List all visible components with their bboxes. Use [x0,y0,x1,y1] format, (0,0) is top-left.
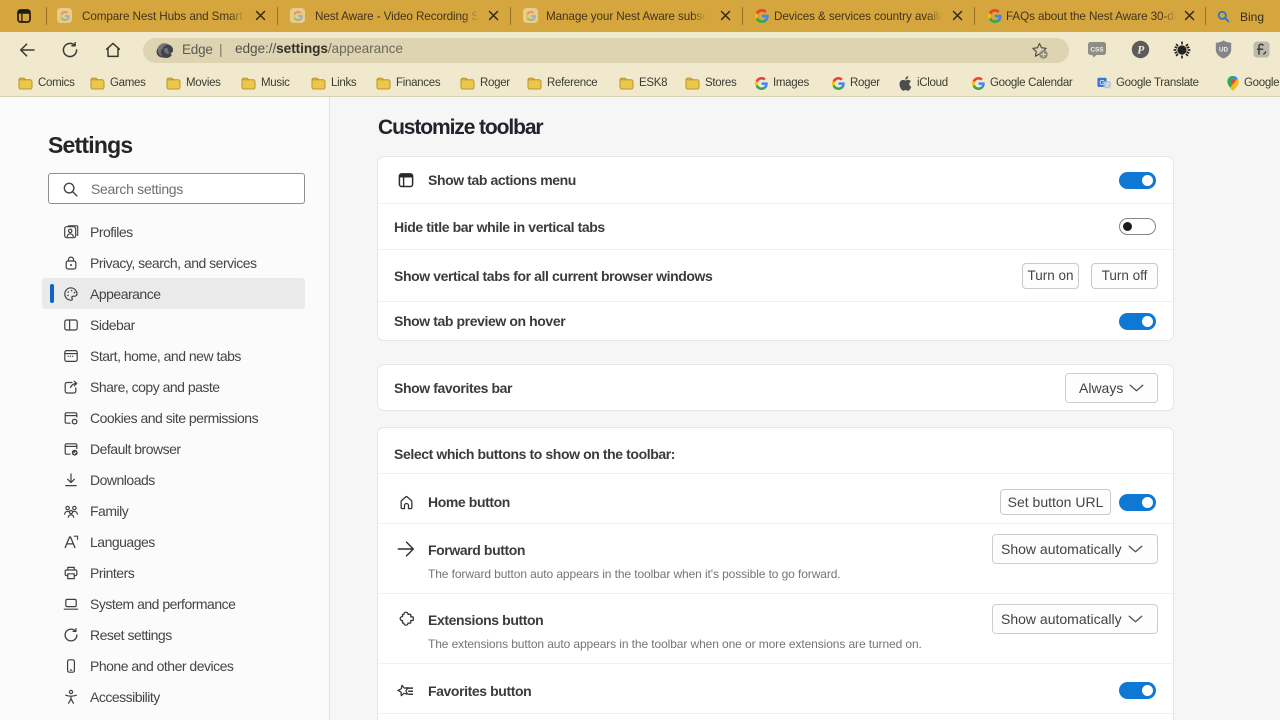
svg-text:CSS: CSS [1090,46,1104,53]
svg-text:文: 文 [1104,81,1110,89]
svg-text:UD: UD [1219,47,1228,54]
svg-text:P: P [1137,44,1145,56]
